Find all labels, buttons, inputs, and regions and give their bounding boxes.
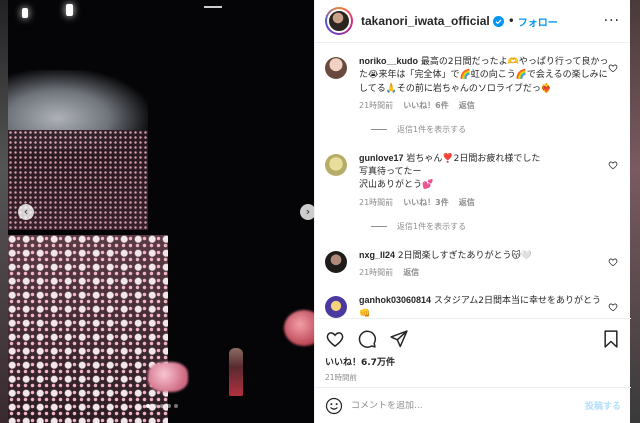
- verified-badge-icon: [492, 15, 504, 27]
- post-username[interactable]: takanori_iwata_official: [361, 14, 490, 28]
- view-replies-label: 返信1件を表示する: [397, 221, 467, 231]
- comment-text: nxg_ll24 2日間楽しすぎたありがとう😽🤍: [359, 249, 609, 263]
- speech-bubble-icon[interactable]: [357, 329, 377, 349]
- follow-button[interactable]: フォロー: [518, 14, 558, 29]
- likes-count[interactable]: いいね！6.7万件: [325, 355, 621, 368]
- view-replies-label: 返信1件を表示する: [397, 124, 467, 134]
- post-header: takanori_iwata_official • フォロー ···: [315, 0, 630, 43]
- paper-plane-icon[interactable]: [389, 329, 409, 349]
- comment-username[interactable]: gunlove17: [359, 153, 404, 163]
- stage-light: [22, 8, 28, 18]
- carousel-dot: [160, 404, 164, 408]
- avatar[interactable]: [325, 57, 347, 79]
- chevron-left-icon: ‹: [23, 205, 29, 218]
- heart-icon[interactable]: [325, 329, 345, 349]
- divider: [371, 225, 387, 227]
- comment-meta: 21時間前 返信: [359, 267, 609, 278]
- comment-meta: 21時間前 いいね！3件 返信: [359, 197, 609, 208]
- comment-likes[interactable]: いいね！3件: [403, 197, 449, 208]
- smiley-icon[interactable]: [325, 397, 343, 415]
- post-actions: いいね！6.7万件 21時間前: [315, 318, 631, 383]
- comment-text: ganhok03060814 スタジアム2日間本当に幸せをありがとう👊 まじで幸…: [359, 294, 609, 318]
- stage-light: [204, 6, 222, 8]
- comment-username[interactable]: nxg_ll24: [359, 250, 395, 260]
- heart-icon[interactable]: [608, 302, 618, 312]
- confetti-balloon: [148, 362, 188, 392]
- post-side-panel: takanori_iwata_official • フォロー ··· norik…: [314, 0, 631, 423]
- comment-input[interactable]: [351, 400, 571, 411]
- comment-meta: 21時間前 いいね！6件 返信: [359, 100, 609, 111]
- carousel-dot: [153, 404, 157, 408]
- comment-text: noriko__kudo 最高の2日間だったよ🫶やっぱり行って良かった😭来年は「…: [359, 55, 609, 96]
- post-timestamp[interactable]: 21時間前: [325, 372, 621, 383]
- comment-content: 2日間楽しすぎたありがとう😽🤍: [397, 250, 533, 261]
- comment-item: noriko__kudo 最高の2日間だったよ🫶やっぱり行って良かった😭来年は「…: [325, 55, 620, 111]
- divider: [371, 128, 387, 130]
- comment-likes[interactable]: いいね！6件: [403, 100, 449, 111]
- add-comment-bar: 投稿する: [315, 387, 631, 423]
- backdrop-left: [0, 0, 8, 423]
- action-bar: [325, 327, 621, 351]
- reply-button[interactable]: 返信: [403, 267, 419, 278]
- carousel-prev-button[interactable]: ‹: [18, 204, 34, 220]
- view-replies-button[interactable]: 返信1件を表示する: [371, 221, 620, 232]
- crowd: [8, 235, 168, 423]
- separator-dot: •: [507, 14, 515, 28]
- reply-button[interactable]: 返信: [459, 100, 475, 111]
- post-comment-button[interactable]: 投稿する: [585, 399, 621, 412]
- comment-username[interactable]: ganhok03060814: [359, 295, 431, 305]
- heart-icon[interactable]: [608, 63, 618, 73]
- bookmark-icon[interactable]: [601, 329, 621, 349]
- more-horizontal-icon[interactable]: ···: [604, 13, 620, 29]
- confetti-balloon: [284, 310, 314, 346]
- view-replies-button[interactable]: 返信1件を表示する: [371, 124, 620, 135]
- avatar[interactable]: [325, 296, 347, 318]
- avatar[interactable]: [325, 7, 353, 35]
- comment-item: gunlove17 岩ちゃん❣️2日間お疲れ様でした 写真待ってたー 沢山ありが…: [325, 152, 620, 208]
- avatar[interactable]: [325, 250, 347, 273]
- comment-time[interactable]: 21時間前: [359, 197, 393, 208]
- chevron-right-icon: ›: [305, 205, 311, 218]
- carousel-dot: [167, 404, 171, 408]
- avatar[interactable]: [325, 153, 347, 176]
- heart-icon[interactable]: [608, 257, 618, 267]
- comment-text: gunlove17 岩ちゃん❣️2日間お疲れ様でした 写真待ってたー 沢山ありが…: [359, 152, 609, 193]
- comment-item: nxg_ll24 2日間楽しすぎたありがとう😽🤍 21時間前 返信: [325, 249, 620, 278]
- reply-button[interactable]: 返信: [459, 197, 475, 208]
- carousel-dots: [146, 404, 178, 408]
- performer: [229, 348, 243, 396]
- backdrop-right: [630, 0, 640, 423]
- post-photo[interactable]: ‹ ›: [8, 0, 314, 423]
- carousel-dot: [174, 404, 178, 408]
- comment-username[interactable]: noriko__kudo: [359, 56, 418, 66]
- comment-time[interactable]: 21時間前: [359, 267, 393, 278]
- comment-time[interactable]: 21時間前: [359, 100, 393, 111]
- heart-icon[interactable]: [608, 160, 618, 170]
- stage-light: [66, 4, 73, 16]
- carousel-dot: [146, 404, 150, 408]
- comment-item: ganhok03060814 スタジアム2日間本当に幸せをありがとう👊 まじで幸…: [325, 294, 620, 318]
- comments-list[interactable]: noriko__kudo 最高の2日間だったよ🫶やっぱり行って良かった😭来年は「…: [315, 43, 630, 318]
- carousel-next-button[interactable]: ›: [300, 204, 314, 220]
